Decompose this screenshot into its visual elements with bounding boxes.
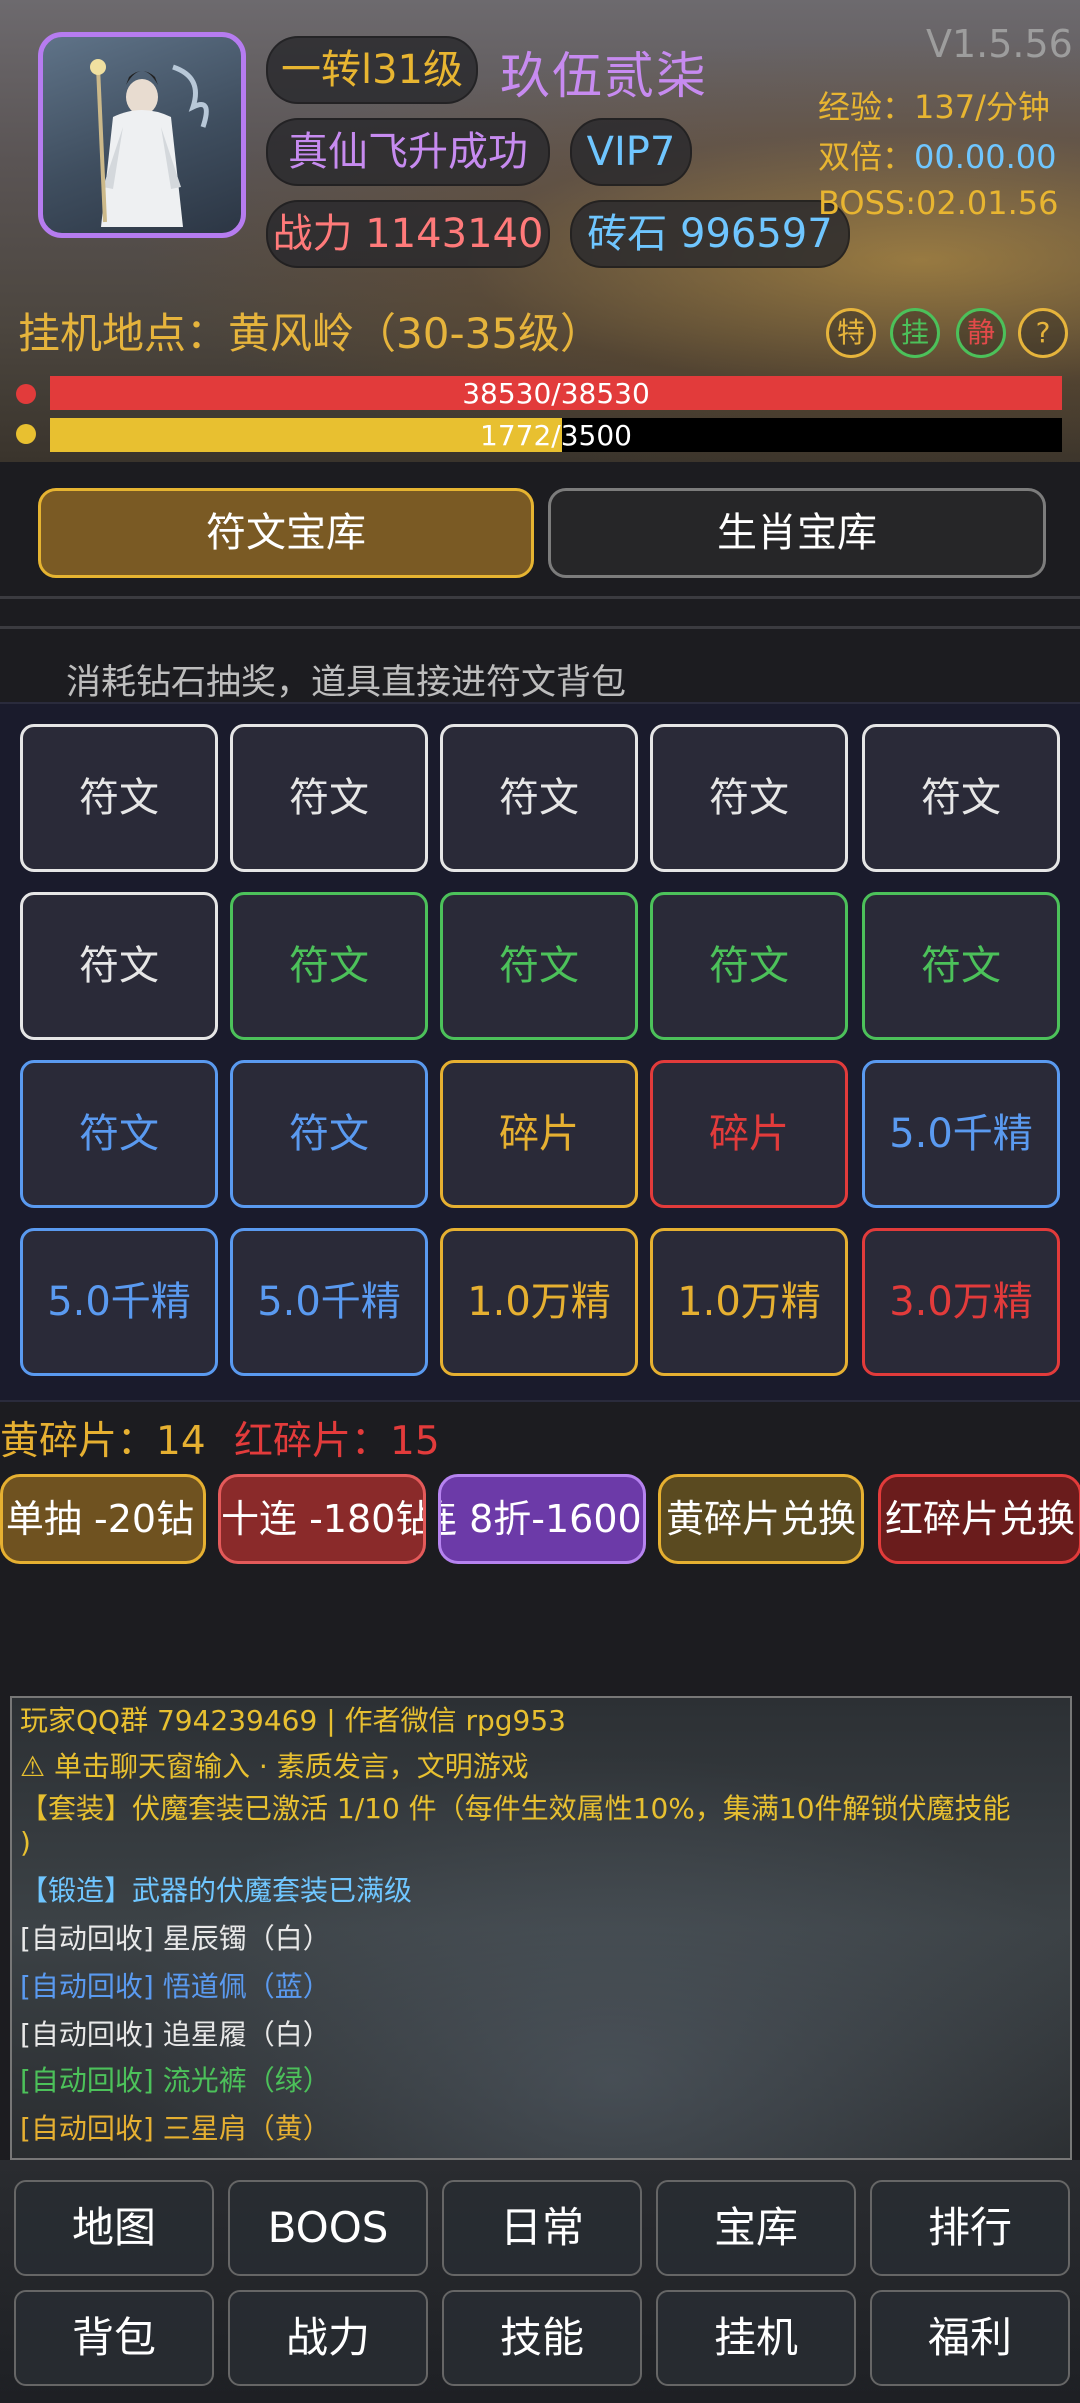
- player-name: 玖伍贰柒: [500, 47, 708, 105]
- immortal-portrait-icon: [90, 59, 209, 227]
- prize-cell: 符文: [230, 724, 428, 872]
- character-avatar[interactable]: [38, 32, 246, 238]
- mp-bar: 1772/3500: [50, 418, 1062, 452]
- chat-line: 【锻造】武器的伏魔套装已满级: [20, 1874, 413, 1907]
- character-header: 一转l31级 玖伍贰柒 V1.5.56 真仙飞升成功 VIP7 战力 11431…: [0, 0, 1080, 462]
- prize-cell: 符文: [650, 892, 848, 1040]
- ten-draw-button[interactable]: 十连 -180钻: [218, 1474, 426, 1564]
- chat-line: 【套装】伏魔套装已激活 1/10 件（每件生效属性10%，集满10件解锁伏魔技能: [20, 1792, 1011, 1825]
- vault-description: 消耗钻石抽奖，道具直接进符文背包: [66, 663, 627, 703]
- exp-rate: 经验：137/分钟: [818, 88, 1050, 126]
- prize-cell: 符文: [862, 724, 1060, 872]
- chat-line: 玩家QQ群 794239469 | 作者微信 rpg953: [20, 1704, 566, 1737]
- red-shard-exchange-button[interactable]: 红碎片兑换: [878, 1474, 1080, 1564]
- chat-line: [自动回收] 追星履（白）: [20, 2018, 331, 2051]
- prize-cell: 符文: [20, 724, 218, 872]
- chat-window[interactable]: 玩家QQ群 794239469 | 作者微信 rpg953 ⚠ 单击聊天窗输入 …: [10, 1696, 1072, 2160]
- chat-line: [自动回收] 星辰镯（白）: [20, 1922, 331, 1955]
- prize-cell: 符文: [440, 892, 638, 1040]
- double-exp-timer: 双倍：00.00.00: [818, 138, 1057, 176]
- nav-map-button[interactable]: 地图: [14, 2180, 214, 2276]
- hp-dot-icon: [16, 384, 36, 404]
- shard-counts: 黄碎片：14 红碎片：15: [0, 1410, 440, 1466]
- bottom-navigation: 地图 BOOS 日常 宝库 排行 背包 战力 技能 挂机 福利: [0, 2160, 1080, 2403]
- nav-daily-button[interactable]: 日常: [442, 2180, 642, 2276]
- combat-power: 战力 1143140: [266, 200, 550, 268]
- nav-welfare-button[interactable]: 福利: [870, 2290, 1070, 2386]
- prize-cell: 符文: [20, 892, 218, 1040]
- yellow-shard-count: 黄碎片：14: [0, 1419, 206, 1464]
- prize-grid: 符文 符文 符文 符文 符文 符文 符文 符文 符文 符文 符文 符文 碎片 碎片 5.0千精 5.0千精 5.…: [0, 702, 1080, 1402]
- vip-badge[interactable]: VIP7: [570, 118, 692, 186]
- prize-cell: 5.0千精: [20, 1228, 218, 1376]
- tab-rune-vault[interactable]: 符文宝库: [38, 488, 534, 578]
- nav-ranking-button[interactable]: 排行: [870, 2180, 1070, 2276]
- hp-bar: 38530/38530: [50, 376, 1062, 410]
- prize-cell: 符文: [20, 1060, 218, 1208]
- tab-zodiac-vault[interactable]: 生肖宝库: [548, 488, 1046, 578]
- idle-tag-icon[interactable]: 挂: [890, 308, 940, 358]
- hp-bar-text: 38530/38530: [462, 377, 650, 410]
- yellow-shard-exchange-button[interactable]: 黄碎片兑换: [658, 1474, 864, 1564]
- chat-line: [自动回收] 流光裤（绿）: [20, 2064, 331, 2097]
- help-icon[interactable]: ?: [1018, 308, 1068, 358]
- quiet-tag-icon[interactable]: 静: [956, 308, 1006, 358]
- ascension-status: 真仙飞升成功: [266, 118, 550, 186]
- prize-cell: 碎片: [440, 1060, 638, 1208]
- boss-timer: BOSS:02.01.56: [818, 184, 1059, 222]
- diamond-count: 砖石 996597: [570, 200, 850, 268]
- reincarnation-level: 一转l31级: [266, 36, 478, 104]
- single-draw-button[interactable]: 单抽 -20钻: [0, 1474, 206, 1564]
- nav-skills-button[interactable]: 技能: [442, 2290, 642, 2386]
- prize-cell: 3.0万精: [862, 1228, 1060, 1376]
- prize-cell: 符文: [862, 892, 1060, 1040]
- ten-draw-discount-button[interactable]: 十连 8折-1600钻: [438, 1474, 646, 1564]
- mp-bar-text: 1772/3500: [480, 419, 632, 452]
- red-shard-count: 红碎片：15: [234, 1419, 440, 1464]
- prize-cell: 符文: [440, 724, 638, 872]
- nav-idle-button[interactable]: 挂机: [656, 2290, 856, 2386]
- divider: [0, 596, 1080, 599]
- divider: [0, 626, 1080, 629]
- nav-power-button[interactable]: 战力: [228, 2290, 428, 2386]
- special-tag-icon[interactable]: 特: [826, 308, 876, 358]
- mp-dot-icon: [16, 424, 36, 444]
- prize-cell: 1.0万精: [650, 1228, 848, 1376]
- version-label: V1.5.56: [926, 22, 1073, 66]
- nav-boss-button[interactable]: BOOS: [228, 2180, 428, 2276]
- chat-line: ⚠ 单击聊天窗输入 · 素质发言，文明游戏: [20, 1750, 529, 1783]
- prize-cell: 5.0千精: [862, 1060, 1060, 1208]
- prize-cell: 符文: [230, 892, 428, 1040]
- prize-cell: 符文: [230, 1060, 428, 1208]
- nav-vault-button[interactable]: 宝库: [656, 2180, 856, 2276]
- prize-cell: 碎片: [650, 1060, 848, 1208]
- chat-line: ): [20, 1826, 31, 1859]
- chat-line: [自动回收] 悟道佩（蓝）: [20, 1970, 331, 2003]
- nav-bag-button[interactable]: 背包: [14, 2290, 214, 2386]
- chat-line: [自动回收] 三星肩（黄）: [20, 2112, 331, 2145]
- prize-cell: 符文: [650, 724, 848, 872]
- idle-location[interactable]: 挂机地点：黄风岭（30-35级）: [18, 300, 602, 361]
- prize-cell: 1.0万精: [440, 1228, 638, 1376]
- prize-cell: 5.0千精: [230, 1228, 428, 1376]
